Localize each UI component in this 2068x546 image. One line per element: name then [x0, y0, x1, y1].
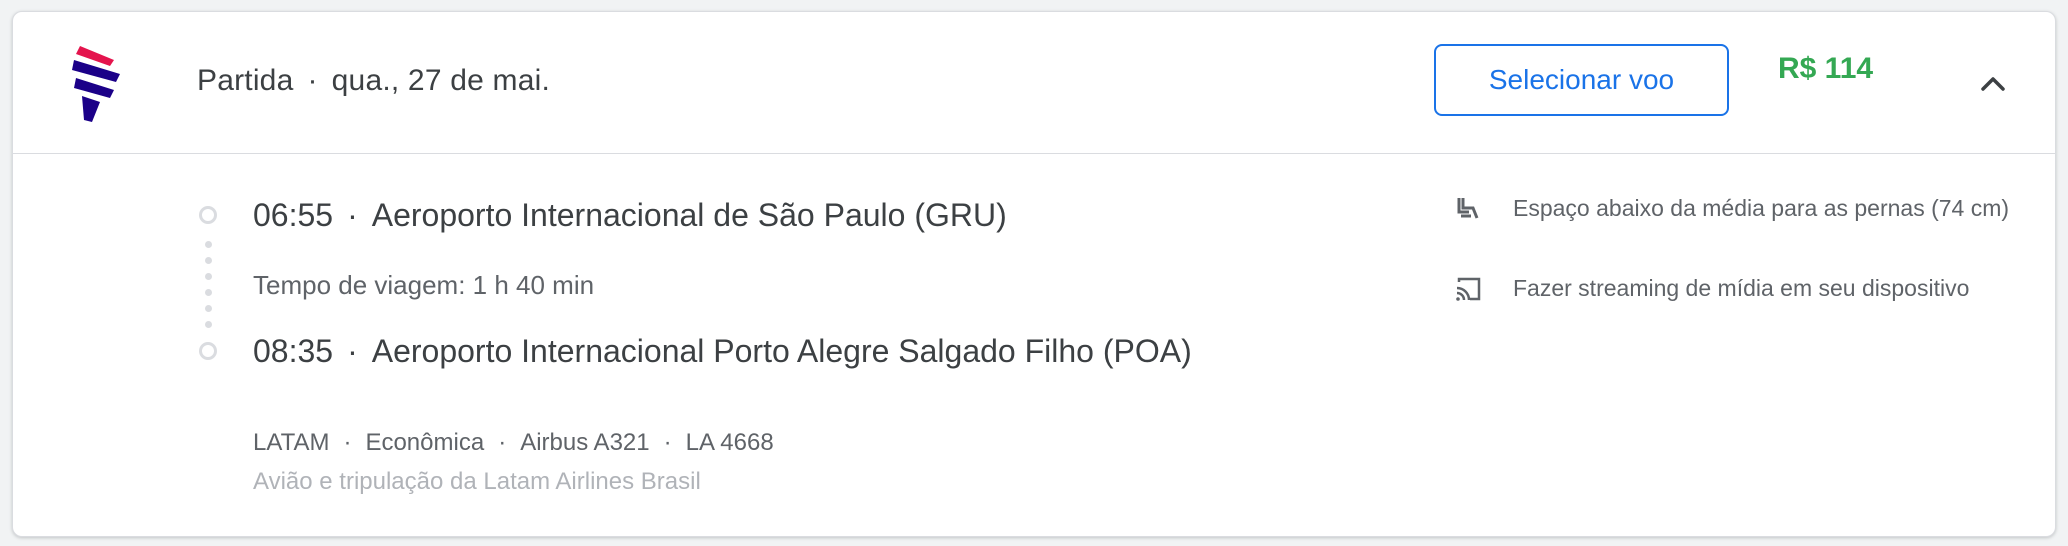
flight-number: LA 4668 — [685, 429, 774, 456]
separator-dot: · — [347, 333, 358, 369]
separator-dot: · — [347, 197, 358, 233]
travel-time: Tempo de viagem: 1 h 40 min — [253, 270, 595, 300]
flight-card: Partida · qua., 27 de mai. Selecionar voo … — [12, 11, 2056, 537]
timeline-dot — [205, 289, 212, 296]
latam-logo-icon — [72, 46, 120, 122]
chevron-up-icon[interactable] — [1973, 64, 2013, 104]
departure-time: 06:55 — [253, 197, 334, 233]
timeline-dot — [205, 241, 212, 248]
separator-dot: · — [343, 429, 352, 456]
departure-date: qua., 27 de mai. — [331, 64, 551, 97]
arrival-stop-circle — [199, 342, 217, 360]
arrival-time: 08:35 — [253, 333, 334, 369]
operator-info: Avião e tripulação da Latam Airlines Bra… — [253, 468, 701, 495]
flight-details: LATAM · Econômica · Airbus A321 · LA 4668 — [253, 429, 774, 457]
select-flight-button[interactable]: Selecionar voo — [1434, 44, 1729, 116]
separator-dot: · — [307, 64, 318, 97]
amenity-legroom-text: Espaço abaixo da média para as pernas (7… — [1513, 195, 2010, 221]
aircraft-model: Airbus A321 — [520, 429, 650, 456]
flight-card-header[interactable]: Partida · qua., 27 de mai. Selecionar voo … — [13, 12, 2055, 154]
legroom-seat-icon — [1457, 198, 1479, 219]
direction-label: Partida — [197, 64, 294, 97]
flight-price: R$ 114 — [1778, 52, 1874, 85]
arrival-airport: Aeroporto Internacional Porto Alegre Sal… — [371, 333, 1192, 369]
separator-dot: · — [663, 429, 672, 456]
cast-streaming-icon — [1456, 277, 1481, 301]
airline-name: LATAM — [253, 429, 330, 456]
cabin-class: Econômica — [365, 429, 485, 456]
timeline-dot — [205, 257, 212, 264]
amenity-streaming-text: Fazer streaming de mídia em seu disposit… — [1513, 275, 1970, 301]
flight-direction-date: Partida · qua., 27 de mai. — [197, 64, 550, 98]
separator-dot: · — [498, 429, 507, 456]
timeline-dot — [205, 273, 212, 280]
timeline-dot — [205, 305, 212, 312]
timeline-dot — [205, 321, 212, 328]
departure-line: 06:55 · Aeroporto Internacional de São Pau… — [253, 197, 1007, 234]
departure-airport: Aeroporto Internacional de São Paulo (GR… — [371, 197, 1007, 233]
departure-stop-circle — [199, 206, 217, 224]
arrival-line: 08:35 · Aeroporto Internacional Porto Aleg… — [253, 333, 1192, 370]
